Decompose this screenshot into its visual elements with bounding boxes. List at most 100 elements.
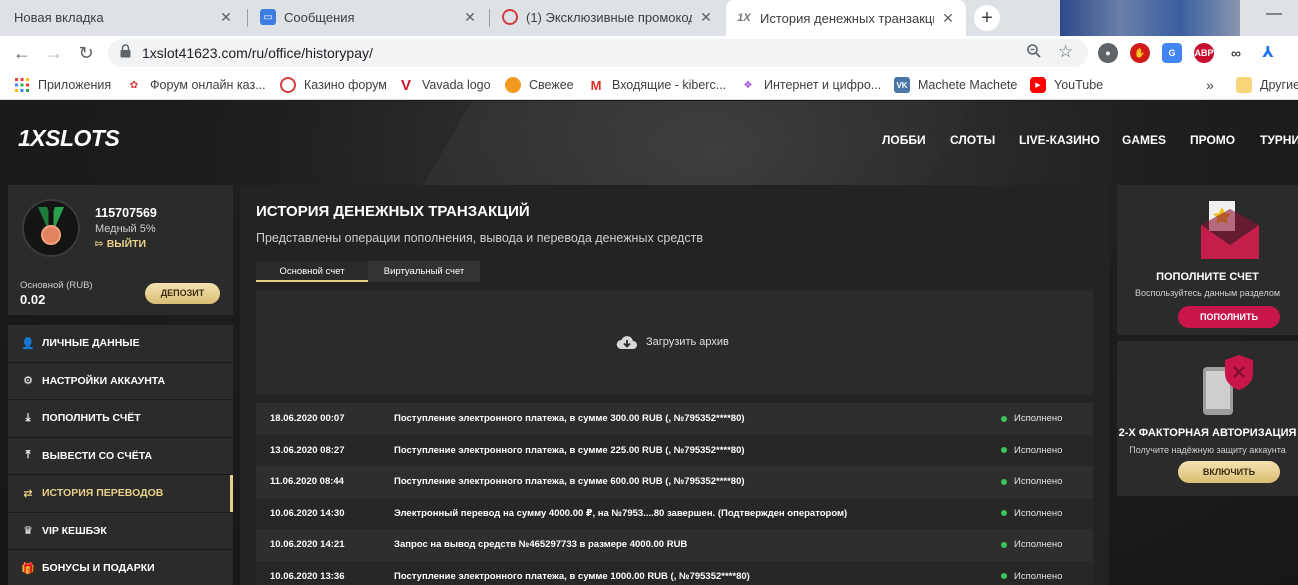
transactions-table: 18.06.2020 00:07 Поступление электронног… (256, 403, 1093, 585)
menu-item-withdraw[interactable]: ⤒ ВЫВЕСТИ СО СЧЁТА (8, 437, 233, 475)
menu-item-transfer-history[interactable]: ⇄ ИСТОРИЯ ПЕРЕВОДОВ (8, 475, 233, 513)
close-icon[interactable]: ✕ (462, 9, 478, 25)
nav-lobby[interactable]: ЛОББИ (882, 133, 926, 147)
transaction-date: 11.06.2020 08:44 (270, 476, 344, 488)
bookmark-label: Vavada logo (422, 78, 491, 92)
envelope-star-icon (1201, 201, 1259, 264)
bookmark-label: Казино форум (304, 78, 387, 92)
reload-icon[interactable]: ↻ (74, 41, 98, 65)
logout-link[interactable]: ⇰ ВЫЙТИ (95, 238, 146, 250)
bookmark-label: Интернет и цифро... (764, 78, 882, 92)
nav-slots[interactable]: СЛОТЫ (950, 133, 995, 147)
browser-tab-history[interactable]: 1X История денежных транзакций ✕ (726, 0, 966, 36)
browser-tab-promocodes[interactable]: (1) Эксклюзивные промокоды н ✕ (492, 0, 724, 34)
download-icon: ⤓ (25, 411, 31, 424)
extension-chat-icon[interactable]: ● (1098, 43, 1118, 63)
profile-card: 115707569 Медный 5% ⇰ ВЫЙТИ Основной (RU… (8, 185, 233, 315)
bookmark-casino-forum[interactable]: Казино форум (280, 76, 387, 94)
bookmarks-overflow-chevron[interactable]: » (1206, 76, 1214, 94)
status-label: Исполнено (1014, 476, 1063, 488)
bookmark-label: Machete Machete (918, 78, 1018, 92)
back-arrow-icon[interactable]: ← (10, 41, 34, 65)
copper-medal-icon (22, 199, 80, 257)
phone-shield-icon (1203, 355, 1255, 422)
transaction-date: 18.06.2020 00:07 (270, 413, 345, 425)
bookmark-gmail[interactable]: M Входящие - kiberc... (588, 76, 727, 94)
extension-glasses-icon[interactable]: ∞ (1226, 43, 1246, 63)
bookmark-casino-forum-online[interactable]: ✿ Форум онлайн каз... (126, 76, 266, 94)
extension-translate-icon[interactable]: G (1162, 43, 1182, 63)
bookmark-star-icon[interactable]: ☆ (1058, 42, 1073, 62)
bookmark-fresh[interactable]: Свежее (505, 76, 574, 94)
bookmark-vavada[interactable]: V Vavada logo (398, 76, 491, 94)
nav-games[interactable]: GAMES (1122, 133, 1166, 147)
bookmark-youtube[interactable]: ▶ YouTube (1030, 76, 1103, 94)
transaction-description: Поступление электронного платежа, в сумм… (394, 444, 745, 456)
bookmark-label: Свежее (529, 78, 574, 92)
address-bar[interactable]: 1xslot41623.com/ru/office/historypay/ ☆ (108, 39, 1088, 67)
nav-live-casino[interactable]: LIVE-КАЗИНО (1019, 133, 1100, 147)
balance-value: 0.02 (20, 292, 46, 307)
bookmark-label: Входящие - kiberc... (612, 78, 727, 92)
bookmark-vk[interactable]: VK Machete Machete (894, 76, 1017, 94)
bookmarks-bar: Приложения ✿ Форум онлайн каз... Казино … (0, 70, 1298, 100)
promo-deposit-card: ПОПОЛНИТЕ СЧЕТ Воспользуйтесь данным раз… (1117, 185, 1298, 335)
menu-item-label: VIP КЕШБЭК (42, 524, 107, 537)
promo-2fa-button[interactable]: ВКЛЮЧИТЬ (1178, 461, 1280, 483)
forward-arrow-icon[interactable]: → (42, 41, 66, 65)
bookmark-internet[interactable]: ❖ Интернет и цифро... (740, 76, 882, 94)
tab-separator (247, 9, 248, 27)
vavada-v-icon: V (400, 76, 411, 94)
menu-item-vip-cashback[interactable]: ♛ VIP КЕШБЭК (8, 512, 233, 550)
status-dot-icon (1001, 415, 1007, 422)
menu-item-label: ИСТОРИЯ ПЕРЕВОДОВ (42, 487, 164, 500)
menu-item-bonuses[interactable]: 🎁 БОНУСЫ И ПОДАРКИ (8, 550, 233, 585)
user-id: 115707569 (95, 206, 157, 220)
gmail-icon: M (590, 77, 602, 93)
close-icon[interactable]: ✕ (218, 9, 234, 25)
transaction-description: Запрос на вывод средств №465297733 в раз… (394, 539, 688, 551)
new-tab-button[interactable]: + (974, 5, 1000, 31)
desktop-background-strip (1060, 0, 1240, 36)
tab-main-account[interactable]: Основной счет (256, 261, 368, 282)
menu-item-label: ЛИЧНЫЕ ДАННЫЕ (42, 337, 140, 350)
close-icon[interactable]: ✕ (940, 10, 956, 26)
extension-hand-icon[interactable]: ✋ (1130, 43, 1150, 63)
browser-tab-new[interactable]: Новая вкладка ✕ (4, 0, 244, 34)
deposit-button[interactable]: ДЕПОЗИТ (145, 283, 220, 304)
zoom-magnifier-icon[interactable] (1026, 43, 1042, 64)
extension-figure-icon[interactable]: ⅄ (1258, 43, 1278, 63)
close-icon[interactable]: ✕ (698, 9, 714, 25)
bookmark-label: YouTube (1054, 78, 1104, 92)
bookmark-apps[interactable]: Приложения (14, 76, 111, 94)
download-archive-label: Загрузить архив (646, 336, 729, 348)
menu-item-label: БОНУСЫ И ПОДАРКИ (42, 562, 155, 575)
forum-ring-icon (502, 9, 518, 25)
browser-tab-messages[interactable]: ▭ Сообщения ✕ (250, 0, 488, 34)
menu-item-account-settings[interactable]: ⚙ НАСТРОЙКИ АККАУНТА (8, 362, 233, 400)
transaction-status: Исполнено (1001, 476, 1062, 487)
bookmark-label: Форум онлайн каз... (150, 78, 266, 92)
promo-deposit-button[interactable]: ПОПОЛНИТЬ (1178, 306, 1280, 328)
1x-logo-icon: 1X (737, 12, 751, 24)
window-minimize-icon[interactable]: — (1250, 0, 1298, 32)
nav-tournaments[interactable]: ТУРНИ (1260, 133, 1298, 147)
transaction-date: 10.06.2020 14:21 (270, 539, 345, 551)
site-logo[interactable]: 1XSLOTS (18, 125, 120, 152)
table-row: 13.06.2020 08:27 Поступление электронног… (256, 434, 1093, 466)
table-row: 10.06.2020 14:30 Электронный перевод на … (256, 497, 1093, 529)
menu-item-deposit[interactable]: ⤓ ПОПОЛНИТЬ СЧЁТ (8, 400, 233, 438)
url-text: 1xslot41623.com/ru/office/historypay/ (142, 45, 373, 61)
menu-item-label: ПОПОЛНИТЬ СЧЁТ (42, 412, 141, 425)
transaction-status: Исполнено (1001, 508, 1062, 519)
status-label: Исполнено (1014, 570, 1063, 582)
extension-abp-icon[interactable]: ABP (1194, 43, 1214, 63)
nav-promo[interactable]: ПРОМО (1190, 133, 1235, 147)
menu-item-personal-data[interactable]: 👤 ЛИЧНЫЕ ДАННЫЕ (8, 325, 233, 363)
tab-title: Новая вкладка (14, 9, 104, 25)
account-tabs: Основной счет Виртуальный счет (256, 261, 480, 282)
bookmark-other[interactable]: Другие (1236, 76, 1298, 94)
tab-virtual-account[interactable]: Виртуальный счет (368, 261, 480, 282)
folder-icon (1236, 77, 1252, 93)
download-archive-area[interactable]: Загрузить архив (256, 291, 1093, 395)
